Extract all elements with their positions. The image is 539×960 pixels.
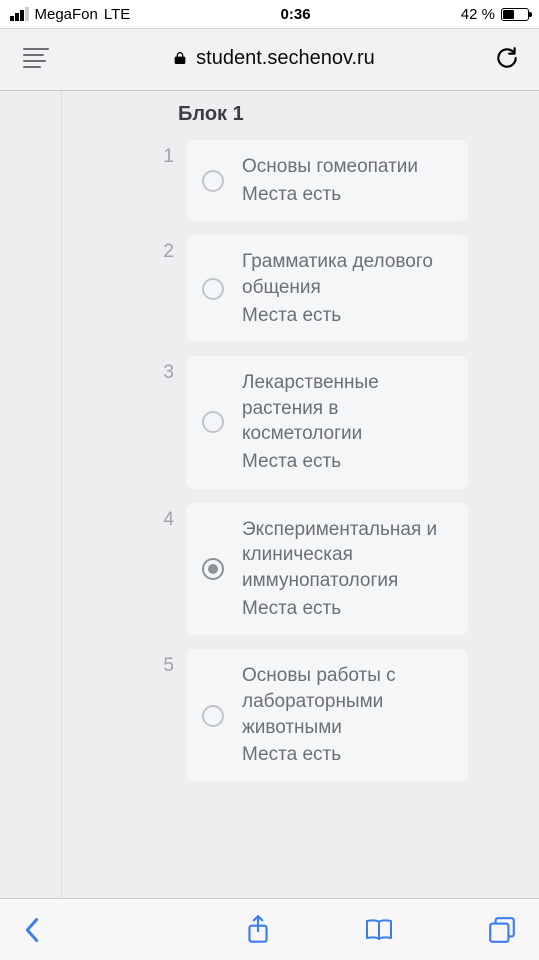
- chevron-left-icon: [22, 916, 42, 944]
- clock: 0:36: [281, 6, 311, 23]
- option-card[interactable]: Лекарственные растения в косметологииМес…: [186, 356, 468, 489]
- main-column: Блок 1 1Основы гомеопатииМеста есть2Грам…: [62, 91, 539, 899]
- options-list: 1Основы гомеопатииМеста есть2Грамматика …: [62, 140, 529, 782]
- availability-label: Места есть: [242, 742, 450, 768]
- option-text: Экспериментальная и клиническая иммунопа…: [242, 517, 450, 622]
- page-content: Блок 1 1Основы гомеопатииМеста есть2Грам…: [0, 91, 539, 899]
- url-text: student.sechenov.ru: [196, 47, 375, 70]
- course-title: Лекарственные растения в косметологии: [242, 370, 450, 447]
- status-left: MegaFon LTE: [10, 6, 130, 23]
- share-button[interactable]: [245, 914, 271, 946]
- option-text: Лекарственные растения в косметологииМес…: [242, 370, 450, 475]
- course-title: Основы работы с лабораторными животными: [242, 663, 450, 740]
- option-row: 3 Лекарственные растения в косметологииМе…: [62, 356, 529, 489]
- tabs-icon: [487, 915, 517, 945]
- option-card[interactable]: Основы работы с лабораторными животнымиМ…: [186, 649, 468, 782]
- reload-icon: [494, 45, 520, 71]
- status-bar: MegaFon LTE 0:36 42 %: [0, 0, 539, 28]
- block-title: Блок 1: [62, 99, 529, 140]
- option-number: 4: [150, 503, 174, 531]
- option-card[interactable]: Основы гомеопатииМеста есть: [186, 140, 468, 221]
- bookmarks-button[interactable]: [362, 916, 396, 944]
- option-text: Основы работы с лабораторными животнымиМ…: [242, 663, 450, 768]
- availability-label: Места есть: [242, 449, 450, 475]
- option-card[interactable]: Грамматика делового общения Места есть: [186, 235, 468, 342]
- availability-label: Места есть: [242, 182, 450, 208]
- option-number: 5: [150, 649, 174, 677]
- availability-label: Места есть: [242, 596, 450, 622]
- reload-button[interactable]: [487, 45, 527, 71]
- lock-icon: [172, 49, 188, 67]
- left-gutter: [0, 91, 62, 899]
- option-text: Грамматика делового общения Места есть: [242, 249, 450, 328]
- option-text: Основы гомеопатииМеста есть: [242, 154, 450, 207]
- option-row: 2 Грамматика делового общения Места есть: [62, 235, 529, 342]
- battery-percent-label: 42 %: [461, 6, 495, 23]
- browser-bottom-toolbar: [0, 898, 539, 960]
- chevron-right-icon: [133, 916, 153, 944]
- radio-button[interactable]: [202, 278, 224, 300]
- tabs-button[interactable]: [487, 915, 517, 945]
- status-right: 42 %: [461, 6, 529, 23]
- carrier-label: MegaFon: [35, 6, 98, 23]
- option-row: 4 Экспериментальная и клиническая иммуноп…: [62, 503, 529, 636]
- course-title: Основы гомеопатии: [242, 154, 450, 180]
- option-number: 1: [150, 140, 174, 168]
- course-title: Экспериментальная и клиническая иммунопа…: [242, 517, 450, 594]
- back-button[interactable]: [22, 916, 42, 944]
- radio-button[interactable]: [202, 705, 224, 727]
- address-bar[interactable]: student.sechenov.ru: [74, 47, 473, 70]
- option-number: 2: [150, 235, 174, 263]
- reader-icon: [23, 48, 49, 68]
- option-card[interactable]: Экспериментальная и клиническая иммунопа…: [186, 503, 468, 636]
- share-icon: [245, 914, 271, 946]
- radio-button[interactable]: [202, 170, 224, 192]
- battery-icon: [501, 8, 529, 21]
- network-label: LTE: [104, 6, 130, 23]
- radio-button[interactable]: [202, 411, 224, 433]
- course-title: Грамматика делового общения: [242, 249, 450, 300]
- reader-mode-button[interactable]: [12, 39, 60, 77]
- availability-label: Места есть: [242, 303, 450, 329]
- option-row: 5 Основы работы с лабораторными животными…: [62, 649, 529, 782]
- option-number: 3: [150, 356, 174, 384]
- signal-icon: [10, 7, 29, 21]
- radio-button[interactable]: [202, 558, 224, 580]
- browser-toolbar: student.sechenov.ru: [0, 28, 539, 91]
- book-icon: [362, 916, 396, 944]
- option-row: 1 Основы гомеопатииМеста есть: [62, 140, 529, 221]
